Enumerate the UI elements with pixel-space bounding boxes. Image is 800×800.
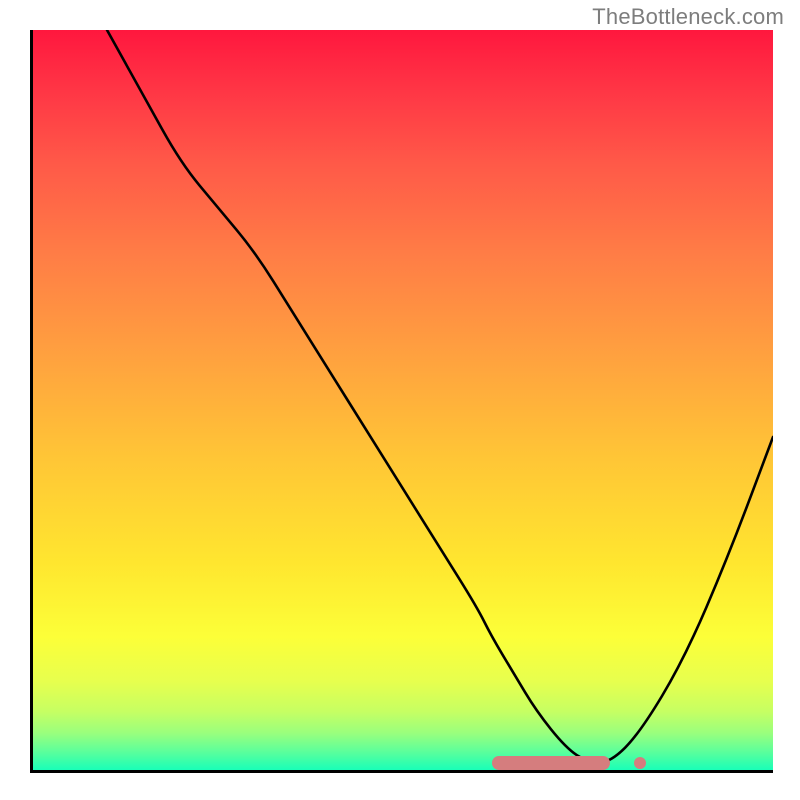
bottleneck-curve [33, 30, 773, 770]
chart-area [30, 30, 773, 773]
watermark-label: TheBottleneck.com [592, 4, 784, 30]
optimal-point-marker [634, 757, 646, 769]
optimal-range-marker [492, 756, 610, 770]
